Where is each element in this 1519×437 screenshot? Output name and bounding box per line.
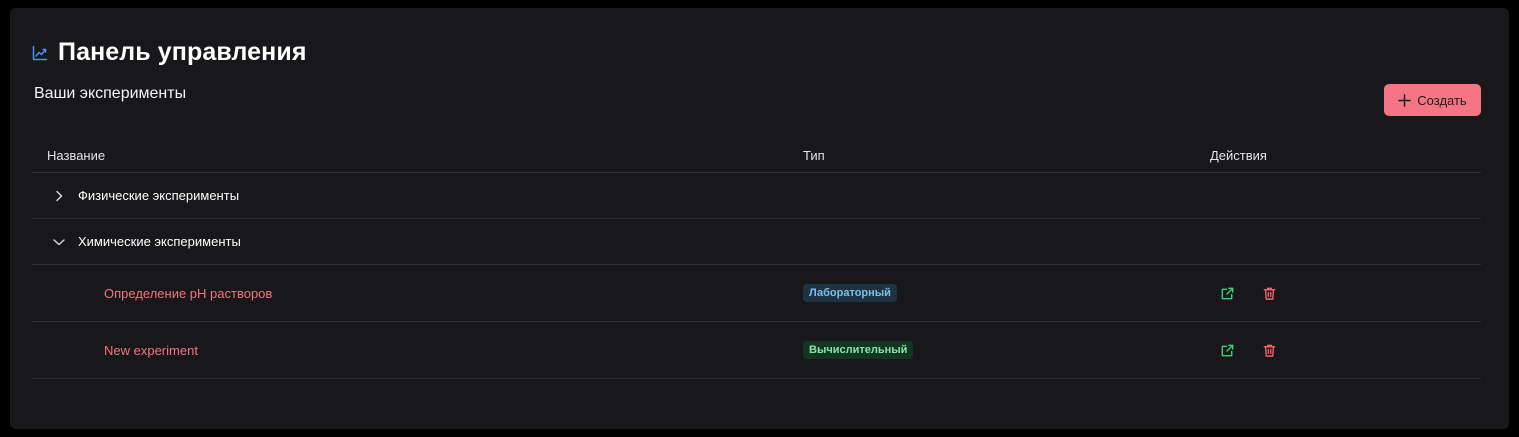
- plus-icon: [1398, 93, 1412, 107]
- type-cell: Лабораторный: [803, 265, 897, 321]
- trash-icon[interactable]: [1262, 343, 1277, 358]
- group-cell: Физические эксперименты: [47, 173, 239, 218]
- group-label: Физические эксперименты: [78, 188, 240, 203]
- column-header-name: Название: [47, 147, 106, 163]
- column-header-actions: Действия: [1210, 147, 1267, 163]
- page-header: Панель управления: [32, 38, 307, 67]
- actions-cell: [1210, 265, 1277, 321]
- dashboard-panel: Панель управления Ваши эксперименты Созд…: [10, 8, 1509, 429]
- type-badge: Лабораторный: [803, 284, 897, 302]
- chart-line-icon: [32, 45, 48, 60]
- group-row-chemistry[interactable]: Химические эксперименты: [32, 219, 1481, 265]
- column-header-type: Тип: [803, 147, 825, 163]
- type-badge: Вычислительный: [803, 341, 914, 359]
- table-row: New experiment Вычислительный: [32, 322, 1481, 379]
- actions-cell: [1210, 322, 1277, 378]
- experiments-table: Название Тип Действия Физические экспери…: [32, 138, 1481, 379]
- group-cell: Химические эксперименты: [47, 219, 241, 264]
- chevron-right-icon[interactable]: [51, 188, 67, 204]
- experiment-name-link[interactable]: Определение pH растворов: [104, 265, 272, 321]
- create-button[interactable]: Создать: [1384, 84, 1481, 116]
- group-row-physics[interactable]: Физические эксперименты: [32, 173, 1481, 219]
- type-cell: Вычислительный: [803, 322, 914, 378]
- page-title: Панель управления: [58, 38, 307, 66]
- chevron-down-icon[interactable]: [51, 234, 67, 250]
- create-button-label: Создать: [1417, 92, 1467, 108]
- group-label: Химические эксперименты: [78, 234, 241, 249]
- table-row: Определение pH растворов Лабораторный: [32, 265, 1481, 322]
- trash-icon[interactable]: [1262, 286, 1277, 301]
- external-link-icon[interactable]: [1220, 286, 1235, 301]
- experiment-name-link[interactable]: New experiment: [104, 322, 198, 378]
- section-subtitle: Ваши эксперименты: [34, 85, 187, 102]
- external-link-icon[interactable]: [1220, 343, 1235, 358]
- table-header-row: Название Тип Действия: [32, 138, 1481, 173]
